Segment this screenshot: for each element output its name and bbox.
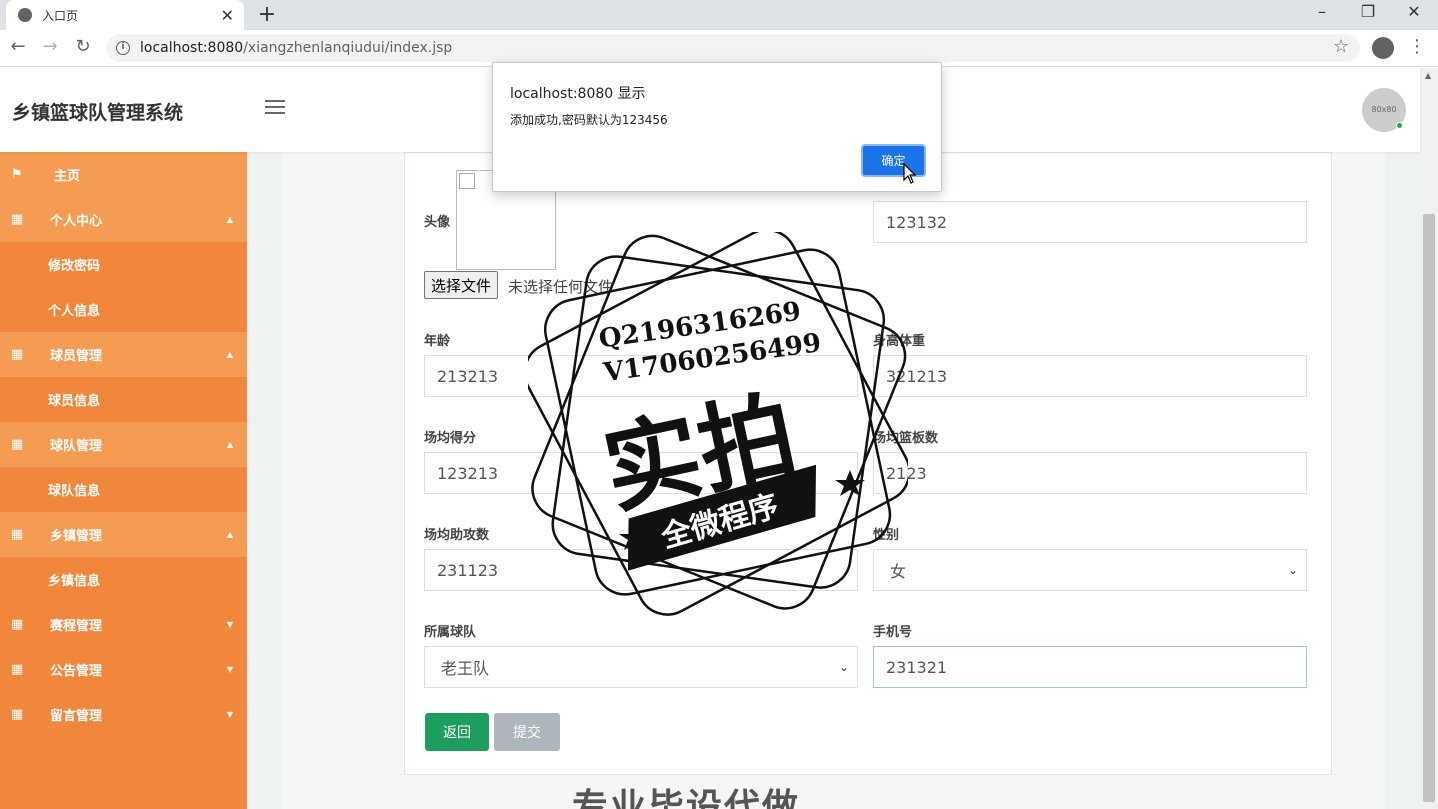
player-form-card: 头像 选择文件 未选择任何文件 123132 年龄 213213 身高体重 32… — [404, 152, 1332, 775]
hamburger-icon[interactable] — [265, 100, 285, 118]
avg-points-input[interactable]: 123213 — [424, 452, 858, 494]
sidebar-item-town-info[interactable]: 乡镇信息 — [0, 557, 247, 602]
sidebar-group-town-management[interactable]: ▦ 乡镇管理 ▲ — [0, 512, 247, 557]
team-select[interactable]: 老王队 ⌄ — [424, 646, 858, 688]
app-title: 乡镇篮球队管理系统 — [12, 102, 184, 124]
caret-up-icon: ▲ — [226, 530, 233, 539]
sidebar-group-player-management[interactable]: ▦ 球员管理 ▲ — [0, 332, 247, 377]
sidebar: ⚑ 主页 ▦ 个人中心 ▲ 修改密码 个人信息 ▦ 球员管理 ▲ 球员信息 ▦ … — [0, 152, 247, 809]
menu-kebab-icon[interactable]: ⋮ — [1408, 36, 1426, 57]
grid-icon: ▦ — [11, 212, 24, 227]
close-tab-icon[interactable]: ✕ — [221, 6, 234, 25]
height-weight-input[interactable]: 321213 — [873, 355, 1307, 397]
avg-rebounds-label: 场均篮板数 — [873, 431, 939, 446]
url-path: /xiangzhenlanqiudui/index.jsp — [243, 40, 453, 56]
avg-rebounds-input[interactable]: 2123 — [873, 452, 1307, 494]
avg-assists-label: 场均助攻数 — [424, 528, 490, 543]
url-host: localhost:8080 — [140, 40, 244, 56]
avg-points-label: 场均得分 — [424, 431, 477, 446]
browser-tab[interactable]: 入口页 ✕ — [6, 0, 244, 30]
scroll-thumb[interactable] — [1423, 214, 1435, 802]
sidebar-item-personal-info[interactable]: 个人信息 — [0, 287, 247, 332]
new-tab-icon[interactable]: + — [256, 2, 278, 27]
caret-down-icon: ▼ — [226, 620, 233, 629]
file-status-text: 未选择任何文件 — [508, 278, 614, 296]
back-button[interactable]: 返回 — [425, 713, 489, 751]
forward-arrow-icon[interactable]: → — [38, 36, 62, 57]
grid-icon: ▦ — [11, 437, 24, 452]
top-right-field[interactable]: 123132 — [873, 201, 1307, 243]
grid-icon: ▦ — [11, 527, 24, 542]
age-input[interactable]: 213213 — [424, 355, 858, 397]
dialog-title: localhost:8080 显示 — [510, 86, 646, 102]
sidebar-group-team-management[interactable]: ▦ 球队管理 ▲ — [0, 422, 247, 467]
grid-icon: ▦ — [11, 617, 24, 632]
avatar-label: 头像 — [424, 215, 451, 230]
gender-label: 性别 — [873, 528, 900, 543]
grid-icon: ▦ — [11, 662, 24, 677]
sidebar-group-personal-center[interactable]: ▦ 个人中心 ▲ — [0, 197, 247, 242]
page-scrollbar[interactable]: ▲ — [1420, 68, 1438, 809]
flag-icon: ⚑ — [11, 167, 23, 182]
sidebar-item-player-info[interactable]: 球员信息 — [0, 377, 247, 422]
info-icon[interactable]: i — [116, 41, 130, 55]
profile-icon[interactable] — [1372, 37, 1394, 59]
caret-up-icon: ▲ — [226, 350, 233, 359]
browser-tab-bar: 入口页 ✕ + – ❐ ✕ — [0, 0, 1438, 30]
online-status-dot — [1396, 122, 1403, 129]
gender-select[interactable]: 女 ⌄ — [873, 549, 1307, 591]
sidebar-group-notice-management[interactable]: ▦ 公告管理 ▼ — [0, 647, 247, 692]
main-content: 头像 选择文件 未选择任何文件 123132 年龄 213213 身高体重 32… — [247, 152, 1420, 809]
broken-image-icon — [459, 173, 475, 189]
avg-assists-input[interactable]: 231123 — [424, 549, 858, 591]
dialog-message: 添加成功,密码默认为123456 — [510, 113, 668, 127]
choose-file-button[interactable]: 选择文件 — [424, 271, 499, 299]
alert-dialog: localhost:8080 显示 添加成功,密码默认为123456 确定 — [492, 62, 942, 192]
mouse-cursor-icon — [903, 163, 917, 184]
grid-icon: ▦ — [11, 707, 24, 722]
caret-up-icon: ▲ — [226, 215, 233, 224]
team-label: 所属球队 — [424, 625, 477, 640]
minimize-icon[interactable]: – — [1312, 2, 1332, 21]
watermark-bottom-text: 专业毕设代做 — [572, 787, 801, 809]
sidebar-item-home[interactable]: ⚑ 主页 — [0, 152, 247, 197]
tab-title: 入口页 — [42, 8, 79, 23]
sidebar-group-message-management[interactable]: ▦ 留言管理 ▼ — [0, 692, 247, 737]
submit-button[interactable]: 提交 — [494, 713, 560, 751]
caret-down-icon: ▼ — [226, 710, 233, 719]
reload-icon[interactable]: ↻ — [71, 36, 95, 57]
globe-icon — [18, 8, 32, 22]
sidebar-item-change-password[interactable]: 修改密码 — [0, 242, 247, 287]
back-arrow-icon[interactable]: ← — [6, 36, 30, 57]
close-window-icon[interactable]: ✕ — [1404, 2, 1424, 21]
age-label: 年龄 — [424, 334, 451, 349]
sidebar-item-team-info[interactable]: 球队信息 — [0, 467, 247, 512]
bookmark-star-icon[interactable]: ☆ — [1333, 36, 1349, 57]
caret-up-icon: ▲ — [226, 440, 233, 449]
address-bar[interactable]: i localhost:8080/xiangzhenlanqiudui/inde… — [106, 34, 1360, 62]
grid-icon: ▦ — [11, 347, 24, 362]
chevron-down-icon: ⌄ — [838, 660, 849, 674]
caret-down-icon: ▼ — [226, 665, 233, 674]
height-weight-label: 身高体重 — [873, 334, 926, 349]
chevron-down-icon: ⌄ — [1287, 563, 1298, 577]
restore-icon[interactable]: ❐ — [1358, 2, 1378, 21]
sidebar-group-schedule-management[interactable]: ▦ 赛程管理 ▼ — [0, 602, 247, 647]
content-panel: 头像 选择文件 未选择任何文件 123132 年龄 213213 身高体重 32… — [281, 152, 1385, 809]
scroll-up-arrow-icon[interactable]: ▲ — [1425, 71, 1431, 80]
phone-label: 手机号 — [873, 625, 913, 640]
phone-input[interactable]: 231321 — [873, 646, 1307, 688]
